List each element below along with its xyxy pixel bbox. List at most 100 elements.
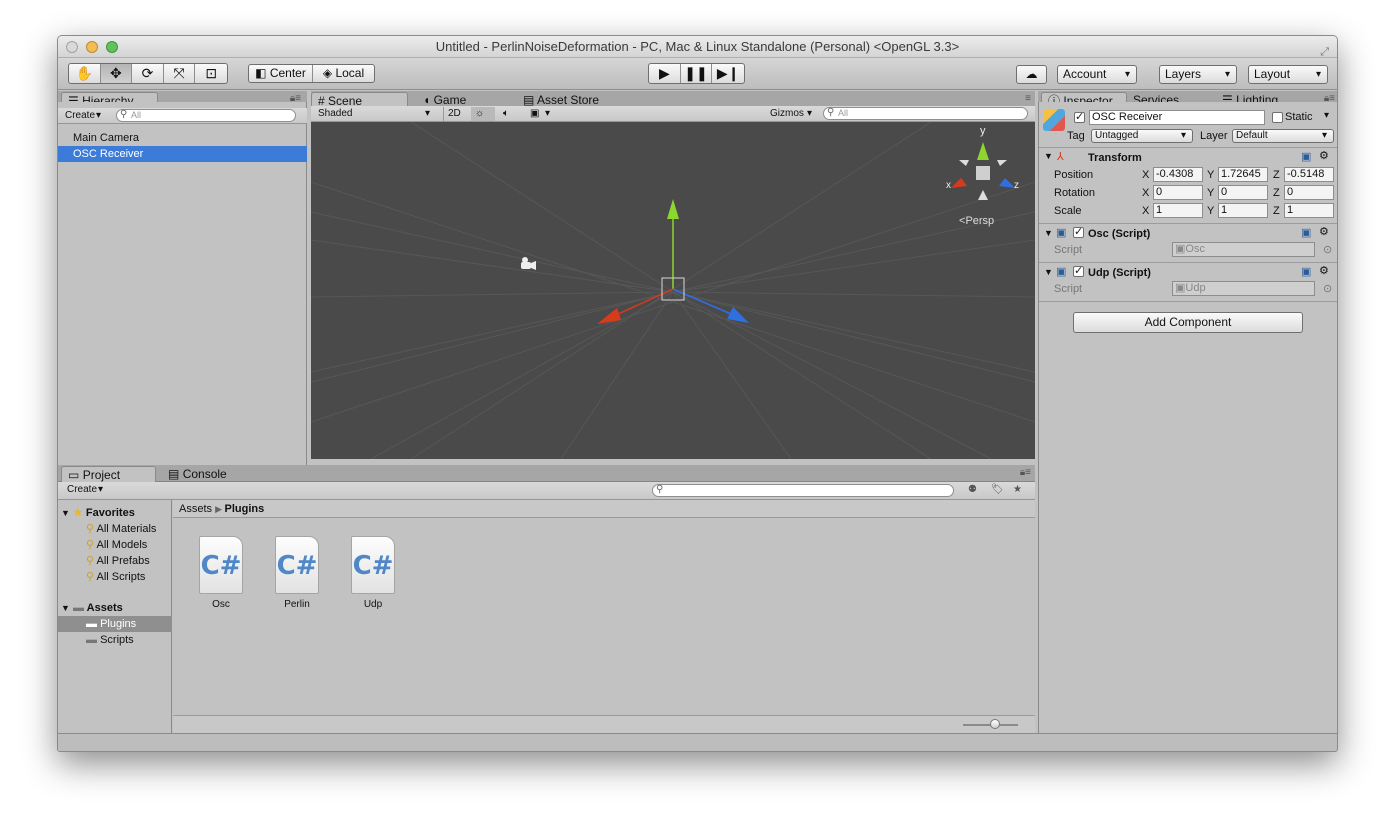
minimize-window-button[interactable]: [86, 41, 98, 53]
breadcrumb-root[interactable]: Assets: [179, 503, 212, 515]
object-name-input[interactable]: OSC Receiver: [1089, 110, 1265, 125]
layers-dropdown[interactable]: Layers: [1159, 65, 1237, 84]
favorite-label: All Scripts: [96, 571, 146, 583]
favorite-item[interactable]: ⚲ All Scripts: [58, 569, 172, 585]
camera-gizmo-icon[interactable]: [521, 257, 536, 270]
static-checkbox[interactable]: [1272, 112, 1283, 123]
scale-y-field[interactable]: 1: [1218, 203, 1268, 218]
favorites-header[interactable]: ▼ ★ Favorites: [58, 505, 172, 521]
rotation-z-value: 0: [1287, 186, 1294, 198]
hierarchy-panel: Create All Main Camera OSC Receiver: [58, 102, 307, 465]
favorite-item[interactable]: ⚲ All Prefabs: [58, 553, 172, 569]
hierarchy-search-input[interactable]: All: [116, 109, 296, 122]
static-dropdown-icon[interactable]: ▾: [1324, 110, 1329, 121]
help-icon[interactable]: ▣: [1301, 265, 1311, 278]
scene-search-input[interactable]: All: [823, 107, 1028, 120]
hand-tool-icon[interactable]: ✋: [69, 64, 101, 83]
rect-tool-icon[interactable]: ⊡: [195, 64, 227, 83]
add-component-button[interactable]: Add Component: [1073, 312, 1303, 333]
mode-2d-toggle[interactable]: 2D: [443, 107, 465, 121]
help-icon[interactable]: ▣: [1301, 226, 1311, 239]
gizmos-dropdown[interactable]: Gizmos: [766, 107, 818, 121]
step-icon[interactable]: ▶❙: [712, 64, 744, 83]
position-y-value: 1.72645: [1221, 168, 1261, 180]
cloud-button[interactable]: ☁: [1016, 65, 1047, 84]
zoom-slider-thumb[interactable]: [990, 719, 1000, 729]
gear-icon[interactable]: ⚙: [1319, 264, 1329, 277]
search-by-label-icon[interactable]: 🏷︎: [991, 484, 1004, 495]
rotation-x-field[interactable]: 0: [1153, 185, 1203, 200]
layout-dropdown[interactable]: Layout: [1248, 65, 1328, 84]
play-icon[interactable]: ▶: [649, 64, 681, 83]
layer-dropdown[interactable]: Default: [1232, 129, 1334, 143]
position-y-field[interactable]: 1.72645: [1218, 167, 1268, 182]
create-label: Create: [65, 110, 96, 121]
rotation-z-field[interactable]: 0: [1284, 185, 1334, 200]
component-enabled-checkbox[interactable]: [1073, 264, 1084, 277]
zoom-window-button[interactable]: [106, 41, 118, 53]
hierarchy-item-selected[interactable]: OSC Receiver: [58, 146, 307, 162]
active-checkbox[interactable]: [1074, 110, 1085, 123]
folder-item[interactable]: ▬ Scripts: [58, 632, 172, 648]
rotate-tool-icon[interactable]: ⟳: [132, 64, 164, 83]
tag-dropdown[interactable]: Untagged: [1091, 129, 1193, 143]
hierarchy-create-dropdown[interactable]: Create: [61, 109, 107, 123]
csharp-file-icon[interactable]: C#: [275, 536, 319, 594]
lock-menu-icon[interactable]: 🔒︎≡: [1020, 467, 1031, 478]
project-create-dropdown[interactable]: Create: [63, 483, 109, 497]
assets-header[interactable]: ▼ ▬ Assets: [58, 600, 172, 616]
audio-toggle[interactable]: 🔈︎: [499, 107, 521, 121]
scale-x-field[interactable]: 1: [1153, 203, 1203, 218]
panel-menu-icon[interactable]: ≡: [1025, 93, 1031, 104]
effects-dropdown[interactable]: ▣: [526, 107, 556, 121]
projection-label[interactable]: <Persp: [959, 215, 994, 227]
favorite-star-icon[interactable]: ★: [1013, 484, 1022, 495]
file-label: Udp: [363, 599, 383, 610]
shading-dropdown[interactable]: Shaded: [314, 107, 436, 121]
divider: [1039, 223, 1337, 224]
scale-tool-icon[interactable]: ⤧: [164, 64, 196, 83]
project-search-input[interactable]: [652, 484, 954, 497]
pivot-local-button[interactable]: ◈ Local: [313, 65, 374, 82]
pause-icon[interactable]: ❚❚: [681, 64, 713, 83]
csharp-file-icon[interactable]: C#: [351, 536, 395, 594]
favorite-item[interactable]: ⚲ All Models: [58, 537, 172, 553]
assets-label: Assets: [86, 602, 123, 614]
axis-label: Y: [1207, 187, 1215, 199]
project-footer: [173, 715, 1035, 733]
transform-foldout-icon[interactable]: ▼: [1044, 151, 1053, 161]
search-folder-icon: ⚲: [86, 539, 95, 551]
favorite-item[interactable]: ⚲ All Materials: [58, 521, 172, 537]
hierarchy-item[interactable]: Main Camera: [58, 130, 307, 146]
breadcrumb-current[interactable]: Plugins: [225, 503, 265, 515]
csharp-file-icon[interactable]: C#: [199, 536, 243, 594]
rotation-y-field[interactable]: 0: [1218, 185, 1268, 200]
close-window-button[interactable]: [66, 41, 78, 53]
axis-label: Y: [1207, 169, 1215, 181]
component-foldout-icon[interactable]: ▼: [1044, 228, 1053, 238]
component-foldout-icon[interactable]: ▼: [1044, 267, 1053, 277]
account-dropdown[interactable]: Account: [1057, 65, 1137, 84]
folder-item-selected[interactable]: ▬ Plugins: [58, 616, 172, 632]
tab-console[interactable]: ▤ Console: [162, 466, 242, 482]
tab-project[interactable]: ▭ Project: [61, 466, 156, 482]
help-icon[interactable]: ▣: [1301, 150, 1311, 163]
gear-icon[interactable]: ⚙: [1319, 149, 1329, 162]
file-label: Perlin: [284, 599, 310, 610]
y-axis-arrow-icon[interactable]: [667, 199, 679, 219]
object-picker-icon[interactable]: ⊙: [1323, 243, 1332, 256]
shading-label: Shaded: [318, 108, 353, 119]
favorite-label: All Materials: [96, 523, 157, 535]
scene-view[interactable]: y x z <Persp: [311, 122, 1035, 459]
gear-icon[interactable]: ⚙: [1319, 225, 1329, 238]
object-picker-icon[interactable]: ⊙: [1323, 282, 1332, 295]
pivot-center-button[interactable]: ◧ Center: [249, 65, 313, 82]
component-enabled-checkbox[interactable]: [1073, 225, 1084, 238]
search-by-type-icon[interactable]: ⚉: [968, 484, 977, 495]
position-x-field[interactable]: -0.4308: [1153, 167, 1203, 182]
move-tool-icon[interactable]: ✥: [100, 64, 133, 83]
lighting-toggle[interactable]: ☼: [471, 107, 495, 121]
scale-z-field[interactable]: 1: [1284, 203, 1334, 218]
file-label: Osc: [212, 599, 230, 610]
position-z-field[interactable]: -0.5148: [1284, 167, 1334, 182]
